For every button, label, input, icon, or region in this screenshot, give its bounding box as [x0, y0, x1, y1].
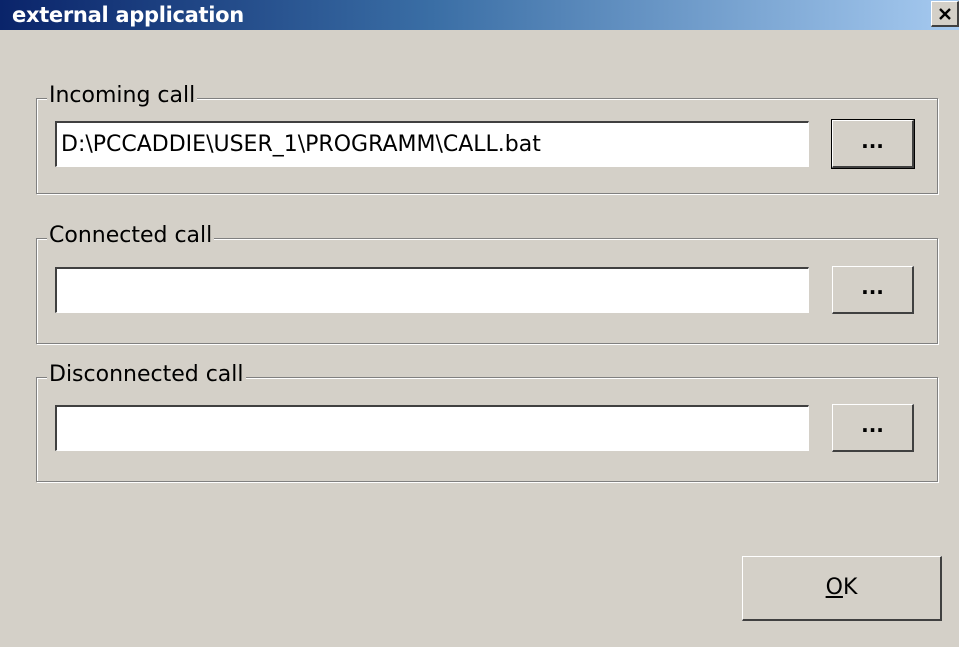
ok-button-label-rest: K [842, 575, 858, 600]
incoming-call-label: Incoming call [47, 83, 198, 109]
dialog-window: external application Incoming call ... C… [0, 0, 959, 647]
connected-call-path-input[interactable] [55, 267, 809, 313]
disconnected-call-path-input[interactable] [55, 405, 809, 451]
ok-button-mnemonic: O [825, 575, 843, 600]
disconnected-call-label: Disconnected call [47, 362, 246, 388]
close-x-icon [939, 8, 951, 20]
window-title: external application [12, 3, 244, 27]
title-bar[interactable]: external application [0, 0, 959, 32]
disconnected-call-browse-button[interactable]: ... [832, 404, 914, 452]
connected-call-label: Connected call [47, 223, 215, 249]
incoming-call-browse-button[interactable]: ... [831, 119, 915, 169]
connected-call-browse-button[interactable]: ... [832, 266, 914, 314]
connected-call-group: Connected call ... [36, 223, 938, 344]
ok-button[interactable]: OK [742, 556, 942, 621]
disconnected-call-group: Disconnected call ... [36, 362, 938, 482]
incoming-call-group: Incoming call ... [36, 83, 938, 194]
incoming-call-path-input[interactable] [55, 121, 809, 167]
close-button[interactable] [931, 1, 959, 27]
